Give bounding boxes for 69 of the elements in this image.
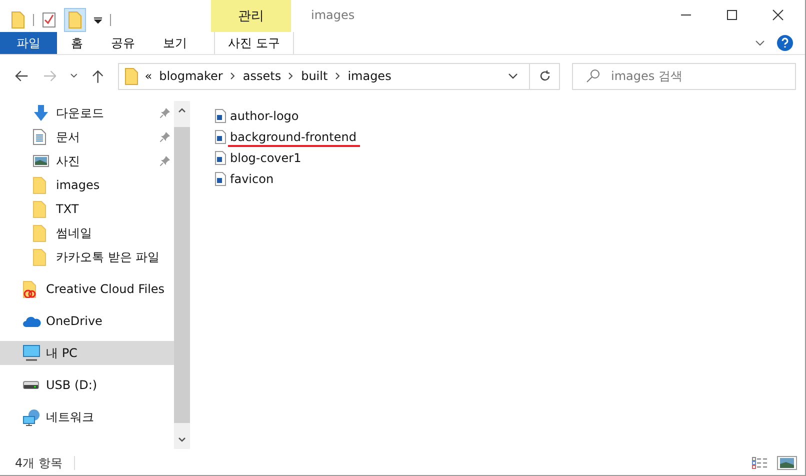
- chevron-down-icon[interactable]: [508, 73, 518, 79]
- file-name[interactable]: favicon: [230, 172, 274, 186]
- breadcrumb-item[interactable]: blogmaker: [159, 69, 223, 83]
- checkmark-icon[interactable]: [42, 12, 56, 28]
- drive-icon: [23, 381, 39, 389]
- image-file-icon: [215, 172, 226, 186]
- large-icons-view-button[interactable]: [777, 456, 797, 470]
- sidebar-item[interactable]: USB (D:): [0, 373, 174, 397]
- ribbon-tab[interactable]: 사진 도구: [214, 32, 294, 54]
- up-icon[interactable]: [92, 69, 104, 83]
- sidebar-item[interactable]: 카카오톡 받은 파일: [0, 245, 174, 269]
- close-icon[interactable]: [772, 9, 784, 21]
- ribbon-tab[interactable]: 파일: [0, 32, 57, 54]
- back-icon[interactable]: [15, 70, 29, 82]
- search-icon: [586, 68, 600, 82]
- pin-icon[interactable]: [160, 108, 170, 118]
- context-tab-header: 관리: [211, 0, 291, 32]
- sidebar-item[interactable]: 썸네일: [0, 221, 174, 245]
- sidebar-item[interactable]: 네트워크: [0, 405, 174, 429]
- folder-icon: [124, 68, 138, 84]
- breadcrumb-item[interactable]: assets: [242, 69, 282, 83]
- network-icon: [23, 408, 40, 426]
- sidebar-item[interactable]: images: [0, 173, 174, 197]
- file-name[interactable]: blog-cover1: [230, 150, 302, 164]
- folder-icon: [33, 248, 46, 266]
- help-icon[interactable]: [777, 35, 793, 51]
- sidebar-item[interactable]: 사진: [0, 149, 174, 173]
- search-field[interactable]: images 검색: [572, 62, 796, 90]
- sidebar-item[interactable]: Creative Cloud Files: [0, 277, 174, 301]
- breadcrumb-item[interactable]: built: [301, 69, 328, 83]
- chevron-right-icon[interactable]: [230, 72, 236, 80]
- chevron-right-icon[interactable]: [334, 72, 341, 80]
- sidebar-item[interactable]: 내 PC: [0, 341, 174, 365]
- breadcrumb-item[interactable]: images: [348, 69, 392, 83]
- cloud-icon: [23, 316, 41, 326]
- down-arrow-icon: [33, 105, 49, 121]
- sidebar-item[interactable]: 다운로드: [0, 101, 174, 125]
- scroll-up-icon[interactable]: [178, 107, 186, 113]
- landscape-icon: [33, 155, 49, 167]
- image-file-icon: [215, 130, 226, 144]
- chevron-right-icon[interactable]: [288, 72, 294, 80]
- sidebar-item[interactable]: OneDrive: [0, 309, 174, 333]
- folder-icon: [33, 176, 46, 194]
- pin-icon[interactable]: [160, 132, 170, 142]
- sidebar-item[interactable]: TXT: [0, 197, 174, 221]
- refresh-icon[interactable]: [538, 70, 550, 82]
- overflow-button[interactable]: «: [144, 69, 152, 83]
- cloud-folder-icon: [23, 280, 37, 298]
- document-icon: [33, 129, 46, 145]
- image-file-icon: [215, 150, 226, 164]
- file-name[interactable]: background-frontend: [230, 130, 356, 144]
- image-file-icon: [215, 108, 226, 122]
- file-name[interactable]: author-logo: [230, 108, 299, 122]
- maximize-icon[interactable]: [726, 9, 738, 21]
- ribbon-tab[interactable]: 홈: [57, 32, 97, 54]
- folder-icon: [33, 224, 46, 242]
- chevron-down-icon[interactable]: [70, 73, 78, 79]
- dropdown-icon[interactable]: [94, 16, 102, 24]
- window-title: images: [311, 8, 355, 22]
- folder-icon: [33, 200, 46, 218]
- scroll-down-icon[interactable]: [178, 437, 186, 443]
- address-bar[interactable]: « blogmaker assets built images: [118, 62, 560, 90]
- chevron-down-icon[interactable]: [755, 39, 765, 47]
- ribbon-tab[interactable]: 공유: [97, 32, 149, 54]
- pin-icon[interactable]: [160, 156, 170, 166]
- item-count: 4개 항목: [15, 454, 62, 472]
- ribbon-tab[interactable]: 보기: [149, 32, 201, 54]
- monitor-icon: [23, 345, 40, 361]
- sidebar-item[interactable]: 문서: [0, 125, 174, 149]
